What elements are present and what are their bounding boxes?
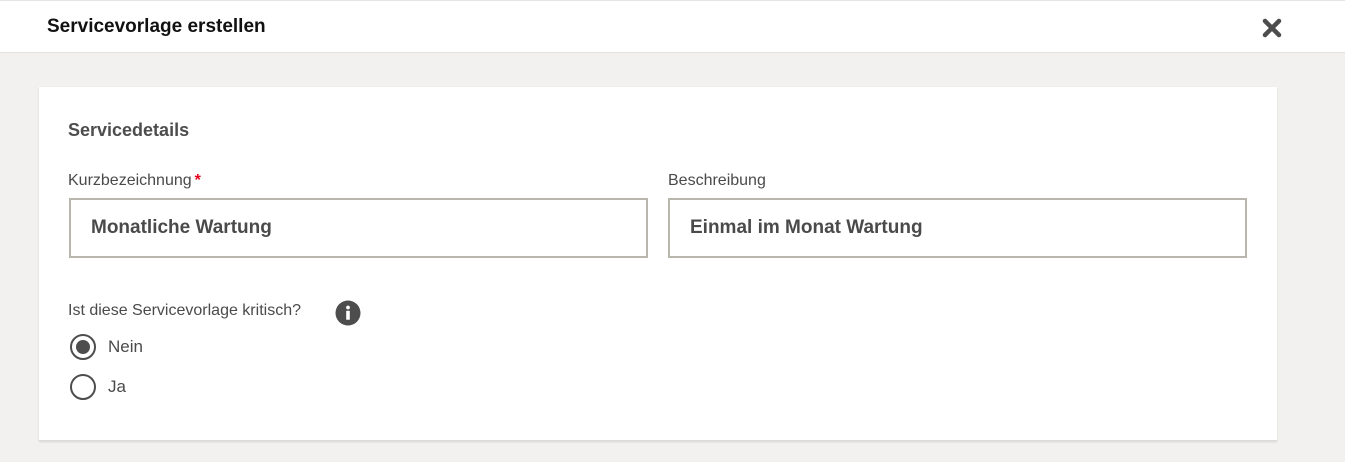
required-mark: *	[194, 172, 201, 189]
kurzbezeichnung-label: Kurzbezeichnung *	[68, 171, 201, 191]
radio-option-nein[interactable]: Nein	[70, 334, 143, 360]
radio-label-nein: Nein	[108, 337, 143, 356]
info-icon[interactable]	[335, 300, 361, 326]
critical-question: Ist diese Servicevorlage kritisch?	[68, 302, 301, 319]
dialog-title: Servicevorlage erstellen	[47, 16, 266, 37]
radio-label-ja: Ja	[108, 377, 126, 396]
close-button[interactable]	[1261, 17, 1283, 39]
section-title: Servicedetails	[68, 120, 190, 140]
radio-button-ja[interactable]	[70, 374, 96, 400]
beschreibung-label: Beschreibung	[668, 172, 766, 189]
dialog-header: Servicevorlage erstellen	[0, 0, 1345, 53]
beschreibung-input[interactable]	[668, 198, 1247, 258]
kurzbezeichnung-input[interactable]	[69, 198, 648, 258]
radio-option-ja[interactable]: Ja	[70, 374, 126, 400]
radio-button-nein[interactable]	[70, 334, 96, 360]
kurzbezeichnung-label-text: Kurzbezeichnung	[68, 172, 192, 189]
close-icon	[1262, 18, 1282, 38]
service-details-card: Servicedetails Kurzbezeichnung* Beschrei…	[39, 87, 1277, 441]
